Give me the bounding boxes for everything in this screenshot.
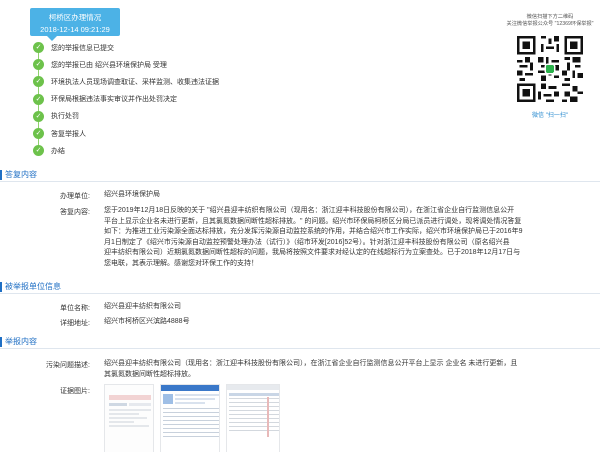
check-icon: ✓ [33,93,44,105]
reply-section-header: 答复内容 [0,170,600,182]
reported-unit-section-title: 被举报单位信息 [5,282,61,291]
section-divider [0,293,600,294]
check-icon: ✓ [33,76,44,88]
reported-unit-section-header: 被举报单位信息 [0,282,600,294]
reply-content-line: 月1日制定了《绍兴市污染源自动监控预警处理办法（试行）》（绍市环发[2016]5… [104,238,510,246]
timeline-step-text: 环保局根据违法事实审议并作出处罚决定 [51,96,177,104]
qr-subscribe-hint: 关注微信举报公众号 "12369环保举报" [506,21,594,27]
timeline-step: ✓ 答复举报人 [0,125,420,142]
evidence-image-thumbnail[interactable] [160,384,220,452]
pollution-desc-line: 绍兴县迎丰纺织有限公司（现用名：浙江迎丰科技股份有限公司），在浙江省企业自行监测… [104,360,518,367]
timeline-step: ✓ 环境执法人员现场调查取证、采样监测、收集违法证据 [0,73,420,90]
section-accent-bar [0,282,2,292]
timeline-step-text: 您的举报信息已提交 [51,44,114,52]
check-icon: ✓ [33,145,44,157]
timeline-step: ✓ 您的举报信息已提交 [0,39,420,56]
evidence-image-gallery [104,384,304,452]
screenshot-preview-icon [227,385,279,437]
unit-name-value: 绍兴县迎丰纺织有限公司 [104,303,181,310]
timeline-step: ✓ 您的举报已由 绍兴县环境保护局 受理 [0,56,420,73]
timeline-step-text: 答复举报人 [51,130,86,138]
pollution-desc-label: 污染问题描述: [46,362,90,369]
timeline-step-text: 环境执法人员现场调查取证、采样监测、收集违法证据 [51,78,219,86]
timeline-step-text: 办结 [51,147,65,155]
status-badge: 柯桥区办理情况 2018-12-14 09:21:29 [30,8,120,36]
reply-section-title: 答复内容 [5,170,37,179]
reply-content-label: 答复内容: [60,209,90,216]
check-icon: ✓ [33,59,44,71]
timeline-step: ✓ 执行处罚 [0,108,420,125]
progress-timeline: ✓ 您的举报信息已提交 ✓ 您的举报已由 绍兴县环境保护局 受理 ✓ 环境执法人… [0,39,420,159]
section-accent-bar [0,170,2,180]
status-badge-datetime: 2018-12-14 09:21:29 [40,25,110,34]
qr-code-icon [517,36,583,102]
section-divider [0,348,600,349]
timeline-step-text: 您的举报已由 绍兴县环境保护局 受理 [51,61,167,69]
check-icon: ✓ [33,110,44,122]
wechat-qr-panel: 微信扫描下方二维码 关注微信举报公众号 "12369环保举报" 微信 "扫一扫" [500,14,600,119]
evidence-image-thumbnail[interactable] [104,384,154,452]
reply-content-line: 迎丰纺织有限公司）近期氯氮数据间断性超标的问题，我局将按照文件要求对经认定的在线… [104,249,521,257]
reply-unit-value: 绍兴县环境保护局 [104,191,160,198]
reply-content-text: 您于2019年12月18日反映的关于 "绍兴县迎丰纺织有限公司（现用名：浙江迎丰… [104,206,594,270]
qr-instruction: 微信扫描下方二维码 [526,14,574,20]
section-divider [0,181,600,182]
reply-content-line: 您于2019年12月18日反映的关于 "绍兴县迎丰纺织有限公司（现用名：浙江迎丰… [104,207,515,214]
pollution-desc-line: 其氯氮数据间断性超标排放。 [104,370,195,378]
evidence-images-label: 证据图片: [60,388,90,395]
timeline-step: ✓ 环保局根据违法事实审议并作出处罚决定 [0,91,420,108]
reply-content-line: 您电联，其表示理解。感谢您对环保工作的支持！ [104,259,258,267]
evidence-image-thumbnail[interactable] [226,384,280,452]
check-icon: ✓ [33,42,44,54]
section-accent-bar [0,337,2,347]
reply-content-line: 平台上显示企业名未进行更新，且其氯氮数据间断性超标排放。" 的问题。绍兴市环保局… [104,217,522,225]
timeline-step-text: 执行处罚 [51,113,79,121]
unit-name-label: 单位名称: [60,305,90,312]
qr-caption: 微信 "扫一扫" [532,113,568,119]
status-badge-title: 柯桥区办理情况 [48,13,102,22]
reply-unit-label: 办理单位: [60,193,90,200]
unit-address-label: 详细地址: [60,320,90,327]
reply-content-line: 如下：为推进工业污染源全面达标排放，充分发挥污染源自动监控系统的作用，并结合绍兴… [104,228,523,236]
timeline-step: ✓ 办结 [0,142,420,159]
report-section-header: 举报内容 [0,337,600,349]
screenshot-preview-icon [109,395,151,427]
screenshot-preview-icon [161,385,219,437]
report-section-title: 举报内容 [5,337,37,346]
check-icon: ✓ [33,128,44,140]
unit-address-value: 绍兴市柯桥区兴滨路4888号 [104,318,190,325]
pollution-desc-text: 绍兴县迎丰纺织有限公司（现用名：浙江迎丰科技股份有限公司），在浙江省企业自行监测… [104,359,594,380]
